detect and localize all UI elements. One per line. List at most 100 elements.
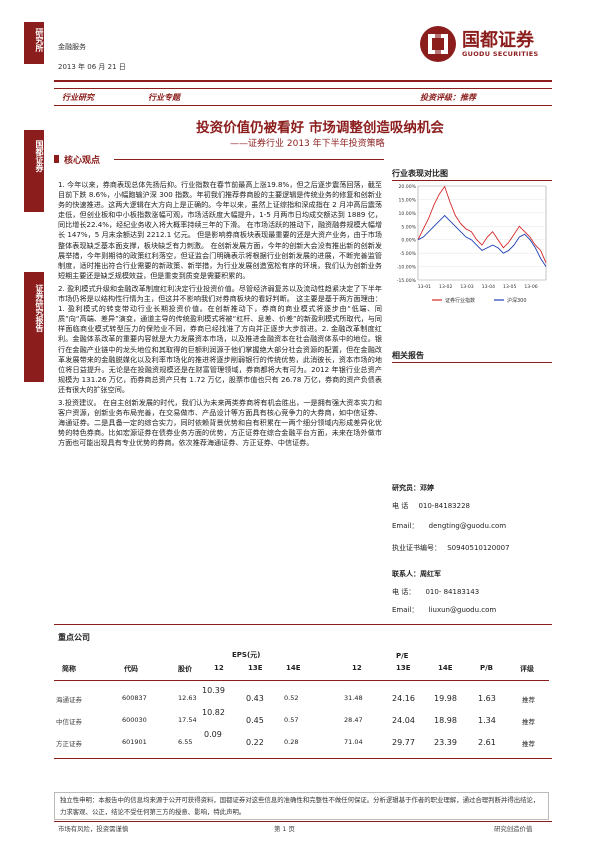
contact-phone-label: 电 话： — [392, 588, 416, 596]
core-view-paragraph-3: 3.投资建议。 在自主创新发展的时代，我们认为未来两类券商将有机会胜出，一是拥有… — [58, 397, 382, 448]
sidebar-block-bottom: 证券研究报告 — [24, 272, 44, 382]
cell-pe12: 28.47 — [344, 716, 363, 724]
contact-phone-row: 电 话： 010- 84183143 — [392, 588, 479, 597]
contact-email-row: Email： liuxun@guodu.com — [392, 606, 496, 615]
cell-pe12: 71.04 — [344, 738, 363, 746]
chart-y-tick-label: -15.00% — [397, 278, 417, 284]
core-view-header: 核心观点 — [54, 152, 384, 166]
related-reports-rule — [392, 362, 552, 363]
left-sidebar: 研究所 国都证券 证券研究报告 — [24, 22, 44, 820]
stocks-table-header: 简称 代码 股价 EPS(元) 12 13E 14E P/E 12 13E 14… — [54, 642, 549, 690]
performance-chart: 20.00% 15.00% 10.00% 5.00% 0.00% -5.00% -10.00… — [388, 180, 552, 310]
cell-eps13: 0.22 — [246, 738, 264, 747]
cell-price: 17.54 — [178, 716, 197, 724]
cell-price: 12.63 — [178, 694, 197, 702]
chart-y-tick-label: -10.00% — [397, 265, 417, 271]
core-view-heading: 核心观点 — [64, 156, 101, 166]
researcher-cert-label: 执业证书编号： — [392, 544, 441, 552]
cell-rating: 推荐 — [522, 696, 535, 704]
cell-eps12: 10.82 — [202, 708, 225, 717]
chart-series-line — [417, 185, 547, 263]
related-reports-heading: 相关报告 — [392, 351, 424, 360]
core-view-paragraph-2: 2. 盈利模式升级和金融改革制度红利决定行业投资价值。尽管经济弱复苏以及流动性趋… — [58, 283, 382, 394]
col-rating: 评级 — [520, 665, 534, 673]
report-subtitle: ——证券行业 2013 年下半年投资策略 — [230, 139, 385, 149]
chart-plot-frame — [417, 185, 547, 281]
cell-eps14: 0.52 — [284, 694, 299, 702]
chart-x-tick-label: 13-01 — [418, 284, 431, 290]
cell-pe13: 24.04 — [392, 716, 415, 725]
core-view-rule — [114, 159, 384, 160]
chart-y-tick-label: -5.00% — [400, 251, 417, 257]
core-view-bullet-icon — [54, 155, 59, 163]
stocks-header-rule — [54, 680, 549, 681]
footer-right: 研究创造价值 — [494, 825, 533, 833]
cell-pb: 1.63 — [478, 694, 496, 703]
disclaimer-box: 独立性申明：本报告中的信息均来源于公开可获得资料，国都证券对这些信息的准确性和完… — [54, 792, 549, 820]
cell-pb: 2.61 — [478, 738, 496, 747]
col-price: 股价 — [178, 665, 192, 673]
company-logo: 国都证券 GUODU SECURITIES — [418, 20, 552, 70]
sidebar-block-top: 研究所 — [24, 22, 44, 64]
cell-eps12: 10.39 — [202, 686, 225, 695]
cell-eps14: 0.57 — [284, 716, 299, 724]
chart-y-tick-label: 20.00% — [398, 184, 416, 190]
tag-row-bottom-line — [54, 105, 552, 106]
cell-name: 中信证券 — [56, 718, 82, 726]
col-eps: EPS(元) — [232, 651, 261, 659]
cell-eps14: 0.28 — [284, 738, 299, 746]
sidebar-top-label: 研究所 — [35, 28, 44, 52]
report-date: 2013 年 06 月 21 日 — [58, 63, 126, 71]
cell-code: 601901 — [122, 738, 147, 746]
core-view-body: 1. 今年以来，券商表现总体先扬后抑。行业指数在春节前最高上涨19.8%，但之后… — [58, 180, 382, 450]
chart-legend-label: 证券行业指数 — [445, 297, 475, 304]
col-eps-14: 14E — [286, 664, 301, 672]
table-row: 方正证券 601901 6.55 0.09 0.22 0.28 71.04 29… — [54, 730, 549, 754]
col-pb: P/B — [480, 664, 494, 672]
logo-cn-text: 国都证券 — [462, 30, 534, 51]
cell-pe12: 31.48 — [344, 694, 363, 702]
contact-name: 联系人：周红军 — [392, 570, 441, 578]
chart-x-tick-label: 13-02 — [439, 284, 452, 290]
cell-rating: 推荐 — [522, 718, 535, 726]
col-pe: P/E — [396, 652, 409, 660]
chart-title: 行业表现对比图 — [392, 169, 448, 178]
researcher-cert-row: 执业证书编号： S0940510120007 — [392, 544, 510, 553]
cell-price: 6.55 — [178, 738, 193, 746]
col-name: 简称 — [62, 665, 76, 673]
researcher-email-label: Email： — [392, 522, 419, 530]
core-view-paragraph-1: 1. 今年以来，券商表现总体先扬后抑。行业指数在春节前最高上涨19.8%，但之后… — [58, 180, 382, 280]
researcher-phone-row: 电 话 010-84183228 — [392, 502, 470, 511]
cell-pe13: 29.77 — [392, 738, 415, 747]
cell-pe14: 19.98 — [434, 694, 457, 703]
cell-pb: 1.34 — [478, 716, 496, 725]
chart-series-line — [417, 214, 547, 267]
logo-en-text: GUODU SECURITIES — [462, 50, 539, 58]
stocks-bottom-rule — [54, 758, 552, 759]
researcher-name: 研究员：邓婷 — [392, 484, 434, 492]
department-label: 金融服务 — [58, 43, 86, 51]
chart-x-tick-label: 13-03 — [460, 284, 473, 290]
cell-pe14: 23.39 — [434, 738, 457, 747]
col-pe-14: 14E — [438, 664, 453, 672]
chart-x-tick-label: 13-05 — [503, 284, 516, 290]
footer-left: 市场有风险，投资需谨慎 — [58, 825, 129, 833]
contact-email[interactable]: liuxun@guodu.com — [429, 606, 497, 614]
stocks-top-rule — [54, 624, 552, 625]
cell-name: 海通证券 — [56, 696, 82, 704]
cell-pe13: 24.16 — [392, 694, 415, 703]
footer-rule — [54, 821, 552, 822]
researcher-email[interactable]: dengting@guodu.com — [429, 522, 506, 530]
col-eps-13: 13E — [248, 664, 263, 672]
cell-eps12: 0.09 — [204, 730, 222, 739]
cell-code: 600030 — [122, 716, 147, 724]
col-eps-12: 12 — [214, 664, 224, 672]
stocks-table-body: 海通证券 600837 12.63 10.39 0.43 0.52 31.48 … — [54, 686, 549, 758]
researcher-email-row: Email： dengting@guodu.com — [392, 522, 506, 531]
sidebar-bottom-label: 证券研究报告 — [35, 284, 44, 332]
researcher-phone: 010-84183228 — [418, 502, 470, 510]
table-row: 海通证券 600837 12.63 10.39 0.43 0.52 31.48 … — [54, 686, 549, 710]
cell-eps13: 0.43 — [246, 694, 264, 703]
tag-rating: 投资评级：推荐 — [420, 93, 476, 102]
sidebar-mid-label: 国都证券 — [35, 140, 44, 172]
